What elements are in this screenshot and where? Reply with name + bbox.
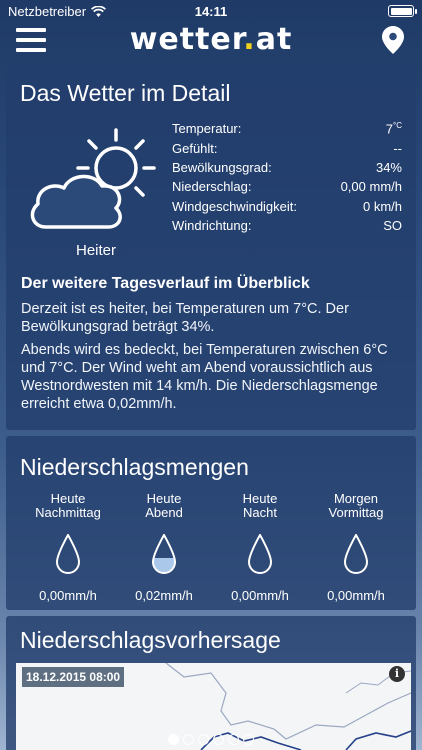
detail-row-temperature: Temperatur: 7°C (172, 121, 402, 137)
page-dot[interactable] (198, 734, 209, 745)
info-icon[interactable]: i (389, 666, 405, 682)
detail-row-felt: Gefühlt: -- (172, 140, 402, 156)
detail-row-precipitation: Niederschlag: 0,00 mm/h (172, 179, 402, 195)
clock: 14:11 (194, 3, 228, 19)
detail-row-wind-direction: Windrichtung: SO (172, 218, 402, 234)
battery-icon (388, 5, 417, 17)
navbar: wetter.at (0, 22, 422, 60)
app-logo: wetter.at (129, 22, 293, 57)
precip-value: 0,00mm/h (327, 588, 385, 603)
page-dot[interactable] (183, 734, 194, 745)
detail-table: Temperatur: 7°C Gefühlt: -- Bewölkungsgra… (172, 119, 402, 235)
precipitation-columns: Heute Nachmittag 0,00mm/h Heute Abend 0,02mm/… (6, 491, 416, 604)
detail-row-cloud-cover: Bewölkungsgrad: 34% (172, 159, 402, 175)
map-timestamp: 18.12.2015 08:00 (22, 667, 125, 687)
page-dot[interactable] (243, 734, 254, 745)
page-dot[interactable] (228, 734, 239, 745)
raindrop-icon (151, 534, 177, 574)
precip-column: Heute Abend 0,02mm/h (116, 491, 212, 604)
precip-value: 0,00mm/h (39, 588, 97, 603)
day-overview-heading: Der weitere Tagesverlauf im Überblick (21, 275, 310, 292)
weather-detail-card: Das Wetter im Detail Heiter Temperatur: … (6, 64, 416, 430)
card-title: Niederschlagsmengen (20, 454, 249, 480)
precip-period-label: Heute Nachmittag (35, 491, 101, 520)
precipitation-forecast-card: Niederschlagsvorhersage 18.12.2015 08:00… (6, 616, 416, 750)
page-dot[interactable] (213, 734, 224, 745)
page-indicator[interactable] (0, 734, 422, 745)
card-title: Das Wetter im Detail (20, 80, 231, 106)
card-title: Niederschlagsvorhersage (20, 627, 281, 653)
precip-value: 0,00mm/h (231, 588, 289, 603)
raindrop-icon (55, 534, 81, 574)
precip-period-label: Morgen Vormittag (328, 491, 384, 520)
precip-period-label: Heute Abend (145, 491, 183, 520)
precip-value: 0,02mm/h (135, 588, 193, 603)
detail-row-wind-speed: Windgeschwindigkeit: 0 km/h (172, 198, 402, 214)
location-pin-icon[interactable] (382, 26, 404, 54)
raindrop-icon (343, 534, 369, 574)
page-dot[interactable] (168, 734, 179, 745)
precip-column: Morgen Vormittag 0,00mm/h (308, 491, 404, 604)
raindrop-icon (247, 534, 273, 574)
precip-column: Heute Nachmittag 0,00mm/h (20, 491, 116, 604)
condition-label: Heiter (75, 242, 116, 259)
precip-period-label: Heute Nacht (242, 491, 278, 520)
precipitation-card: Niederschlagsmengen Heute Nachmittag 0,00m… (6, 436, 416, 610)
forecast-text-evening: Abends wird es bedeckt, bei Temperaturen… (21, 342, 388, 412)
sun-behind-cloud-icon (30, 128, 156, 229)
forecast-text-now: Derzeit ist es heiter, bei Temperaturen … (21, 301, 349, 335)
precip-column: Heute Nacht 0,00mm/h (212, 491, 308, 604)
status-bar: Netzbetreiber 14:11 (0, 0, 422, 22)
